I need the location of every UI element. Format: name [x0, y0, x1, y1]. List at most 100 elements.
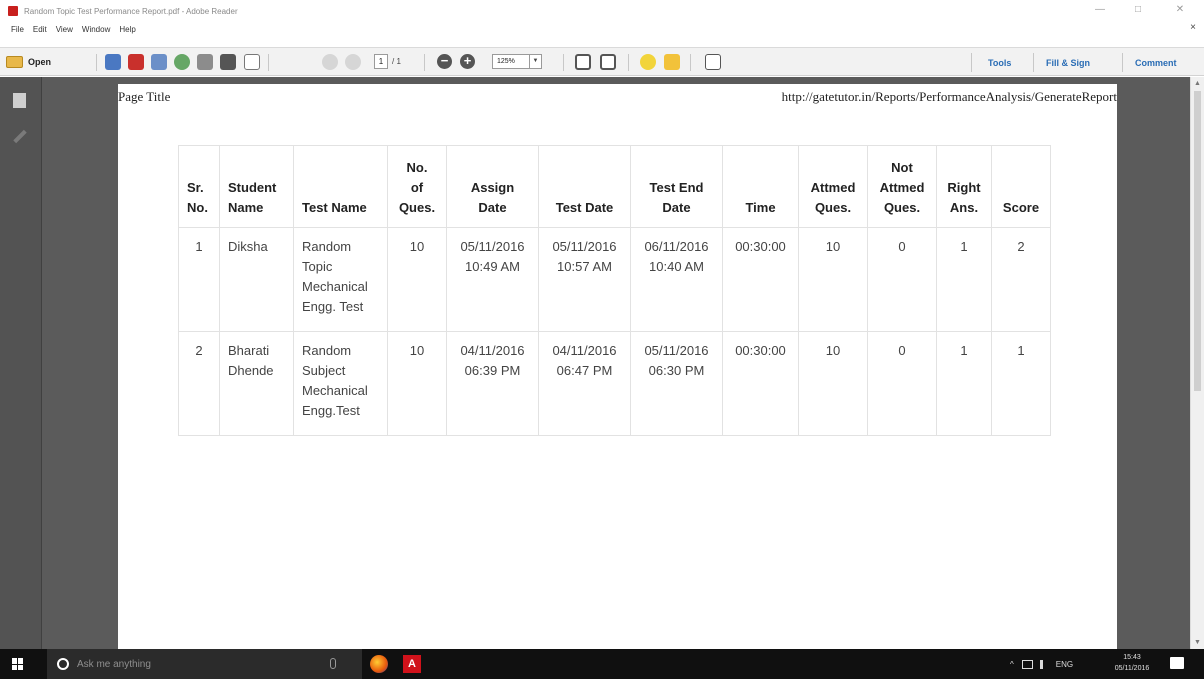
combine-icon: [128, 53, 144, 70]
page-url: http://gatetutor.in/Reports/PerformanceA…: [781, 89, 1117, 104]
tools-button[interactable]: Tools: [988, 48, 1011, 77]
cell-right-ans: 1: [936, 331, 992, 436]
cell-not-attempted: 0: [867, 331, 937, 436]
attachments-icon[interactable]: [13, 129, 27, 144]
open-button[interactable]: Open: [6, 53, 51, 70]
performance-table: Sr. No. Student Name Test Name No. of Ques. …: [178, 145, 1051, 436]
toolbar-divider: [1033, 53, 1034, 72]
fit-page-button[interactable]: [600, 53, 616, 70]
open-label: Open: [28, 56, 52, 67]
clock[interactable]: 15:43 05/11/2016: [1112, 652, 1152, 674]
cell-time: 00:30:00: [722, 227, 799, 332]
menu-bar: File Edit View Window Help ×: [0, 22, 1204, 36]
firefox-icon[interactable]: [370, 655, 388, 673]
volume-icon[interactable]: [1039, 659, 1049, 669]
page-number-input[interactable]: 1: [374, 54, 388, 69]
scroll-down-icon[interactable]: ▼: [1194, 639, 1201, 646]
edit-icon: [151, 53, 167, 70]
microphone-icon[interactable]: [330, 658, 336, 669]
toolbar-divider: [1122, 53, 1123, 72]
expand-icon: [705, 53, 721, 70]
adobe-reader-icon: [8, 6, 18, 16]
windows-start-icon[interactable]: [12, 658, 24, 670]
next-page-button[interactable]: [345, 53, 361, 70]
edit-pdf-button[interactable]: [151, 53, 167, 70]
close-document-button[interactable]: ×: [1190, 22, 1196, 33]
minus-icon: −: [437, 54, 452, 69]
maximize-button[interactable]: □: [1130, 4, 1146, 15]
zoom-select[interactable]: 125% ▼: [492, 53, 542, 70]
cell-assign-date: 05/11/2016 10:49 AM: [446, 227, 539, 332]
scroll-up-icon[interactable]: ▲: [1194, 80, 1201, 87]
tray-overflow-icon[interactable]: ^: [1010, 660, 1014, 669]
save-button[interactable]: [197, 53, 213, 70]
zoom-in-button[interactable]: +: [460, 53, 475, 70]
fit-width-icon: [575, 53, 591, 70]
cloud-button[interactable]: [174, 53, 190, 70]
header-attempted: Attmed Ques.: [798, 145, 868, 228]
toolbar-divider: [690, 54, 691, 71]
cell-test-name: Random Topic Mechanical Engg. Test: [293, 227, 388, 332]
menu-view[interactable]: View: [56, 25, 73, 34]
cell-assign-date: 04/11/2016 06:39 PM: [446, 331, 539, 436]
window-title: Random Topic Test Performance Report.pdf…: [24, 6, 238, 16]
cortana-search-box[interactable]: Ask me anything: [47, 649, 362, 679]
cell-end-date: 05/11/2016 06:30 PM: [630, 331, 723, 436]
add-comment-button[interactable]: [640, 53, 656, 70]
print-button[interactable]: [220, 53, 236, 70]
menu-file[interactable]: File: [11, 25, 24, 34]
vertical-scrollbar[interactable]: ▲ ▼: [1190, 77, 1204, 649]
create-pdf-icon: [105, 53, 121, 70]
page-total: / 1: [392, 57, 401, 66]
highlighter-icon: [664, 53, 680, 70]
arrow-down-icon: [345, 53, 361, 70]
header-no-of-ques: No. of Ques.: [387, 145, 447, 228]
close-button[interactable]: ✕: [1172, 4, 1188, 15]
header-test-end-date: Test End Date: [630, 145, 723, 228]
arrow-up-icon: [322, 53, 338, 70]
cell-not-attempted: 0: [867, 227, 937, 332]
cell-score: 2: [991, 227, 1051, 332]
printer-icon: [220, 53, 236, 70]
table-row: 2 Bharati Dhende Random Subject Mechanical E…: [178, 331, 1051, 436]
menu-help[interactable]: Help: [119, 25, 135, 34]
clock-date: 05/11/2016: [1114, 665, 1150, 672]
combine-files-button[interactable]: [128, 53, 144, 70]
zoom-out-button[interactable]: −: [437, 53, 452, 70]
navigation-pane: [0, 77, 42, 649]
create-pdf-button[interactable]: [105, 53, 121, 70]
acrobat-taskbar-icon[interactable]: A: [403, 655, 421, 673]
cell-sr-no: 2: [178, 331, 220, 436]
email-button[interactable]: [244, 53, 260, 70]
cell-sr-no: 1: [178, 227, 220, 332]
cell-student-name: Diksha: [219, 227, 294, 332]
cell-time: 00:30:00: [722, 331, 799, 436]
cell-questions: 10: [387, 227, 447, 332]
network-icon[interactable]: [1021, 659, 1033, 669]
fit-page-icon: [600, 53, 616, 70]
action-center-icon[interactable]: [1170, 657, 1184, 669]
header-assign-date: Assign Date: [446, 145, 539, 228]
full-screen-button[interactable]: [705, 53, 721, 70]
page-thumbnails-icon[interactable]: [13, 93, 26, 108]
system-tray: ^ ENG: [1010, 649, 1073, 679]
header-time: Time: [722, 145, 799, 228]
toolbar-divider: [628, 54, 629, 71]
minimize-button[interactable]: —: [1092, 4, 1108, 15]
language-indicator[interactable]: ENG: [1056, 660, 1073, 669]
header-score: Score: [991, 145, 1051, 228]
toolbar-divider: [424, 54, 425, 71]
cell-test-date: 04/11/2016 06:47 PM: [538, 331, 631, 436]
fit-width-button[interactable]: [575, 53, 591, 70]
menu-window[interactable]: Window: [82, 25, 110, 34]
page-title: Page Title: [118, 89, 171, 104]
highlight-button[interactable]: [664, 53, 680, 70]
chevron-down-icon[interactable]: ▼: [530, 54, 542, 69]
comment-button[interactable]: Comment: [1135, 48, 1177, 77]
menu-edit[interactable]: Edit: [33, 25, 47, 34]
zoom-value[interactable]: 125%: [492, 54, 530, 69]
fill-sign-button[interactable]: Fill & Sign: [1046, 48, 1090, 77]
previous-page-button[interactable]: [322, 53, 338, 70]
cortana-icon: [57, 658, 69, 670]
scroll-thumb[interactable]: [1194, 91, 1201, 391]
